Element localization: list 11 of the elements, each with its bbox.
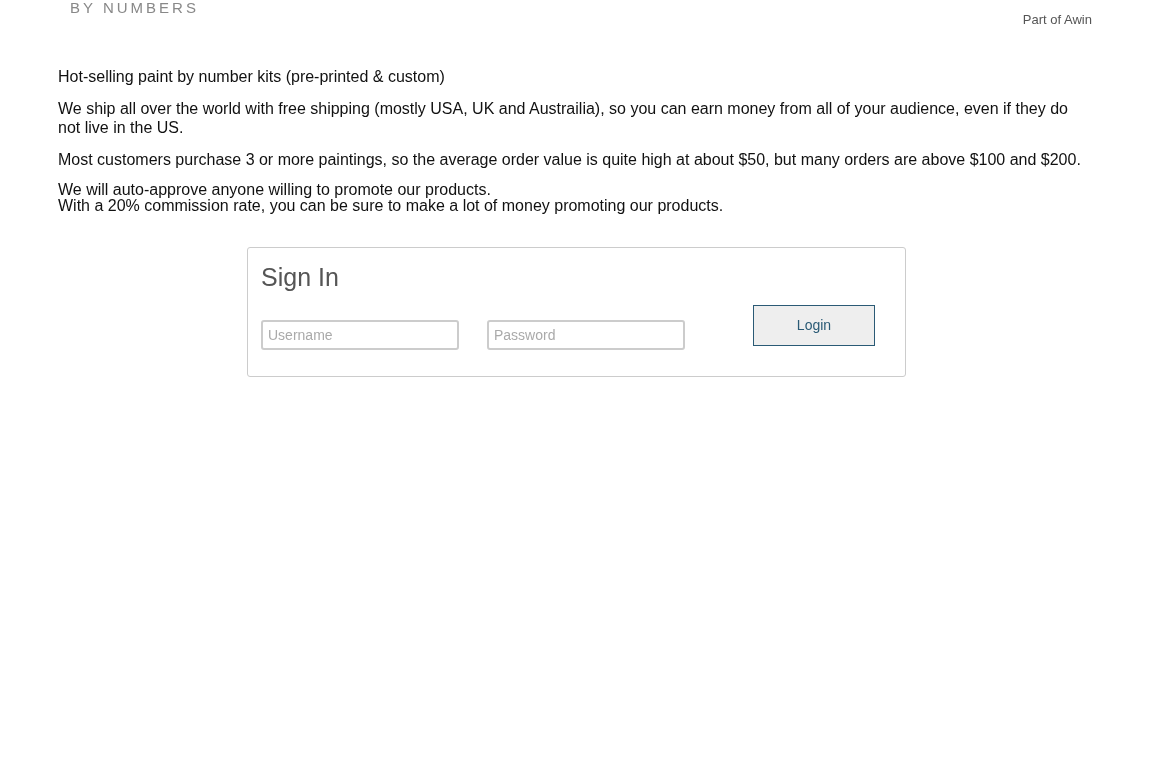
intro-paragraph: Hot-selling paint by number kits (pre-printed & custom) — [58, 67, 446, 86]
username-field[interactable]: Username — [261, 320, 459, 350]
password-field[interactable]: Password — [487, 320, 685, 350]
intro-line: We will auto-approve anyone willing to promote our products. — [58, 182, 491, 198]
intro-paragraph: Most customers purchase 3 or more paintings, so the average order value is quite high at about $50, but many orders are above $100 and $200. — [58, 150, 1082, 169]
brand-tagline: BY NUMBERS — [70, 0, 199, 15]
intro-line: With a 20% commission rate, you can be sure to make a lot of money promoting our products. — [58, 198, 725, 214]
intro-paragraph: We ship all over the world with free shipping (mostly USA, UK and Austrailia), so you can earn money from all of your audience, even if they do not live in the US. — [58, 99, 1069, 137]
login-button[interactable]: Login — [753, 305, 875, 346]
partner-note: Part of Awin — [1022, 11, 1092, 29]
sign-in-title: Sign In — [261, 262, 340, 292]
